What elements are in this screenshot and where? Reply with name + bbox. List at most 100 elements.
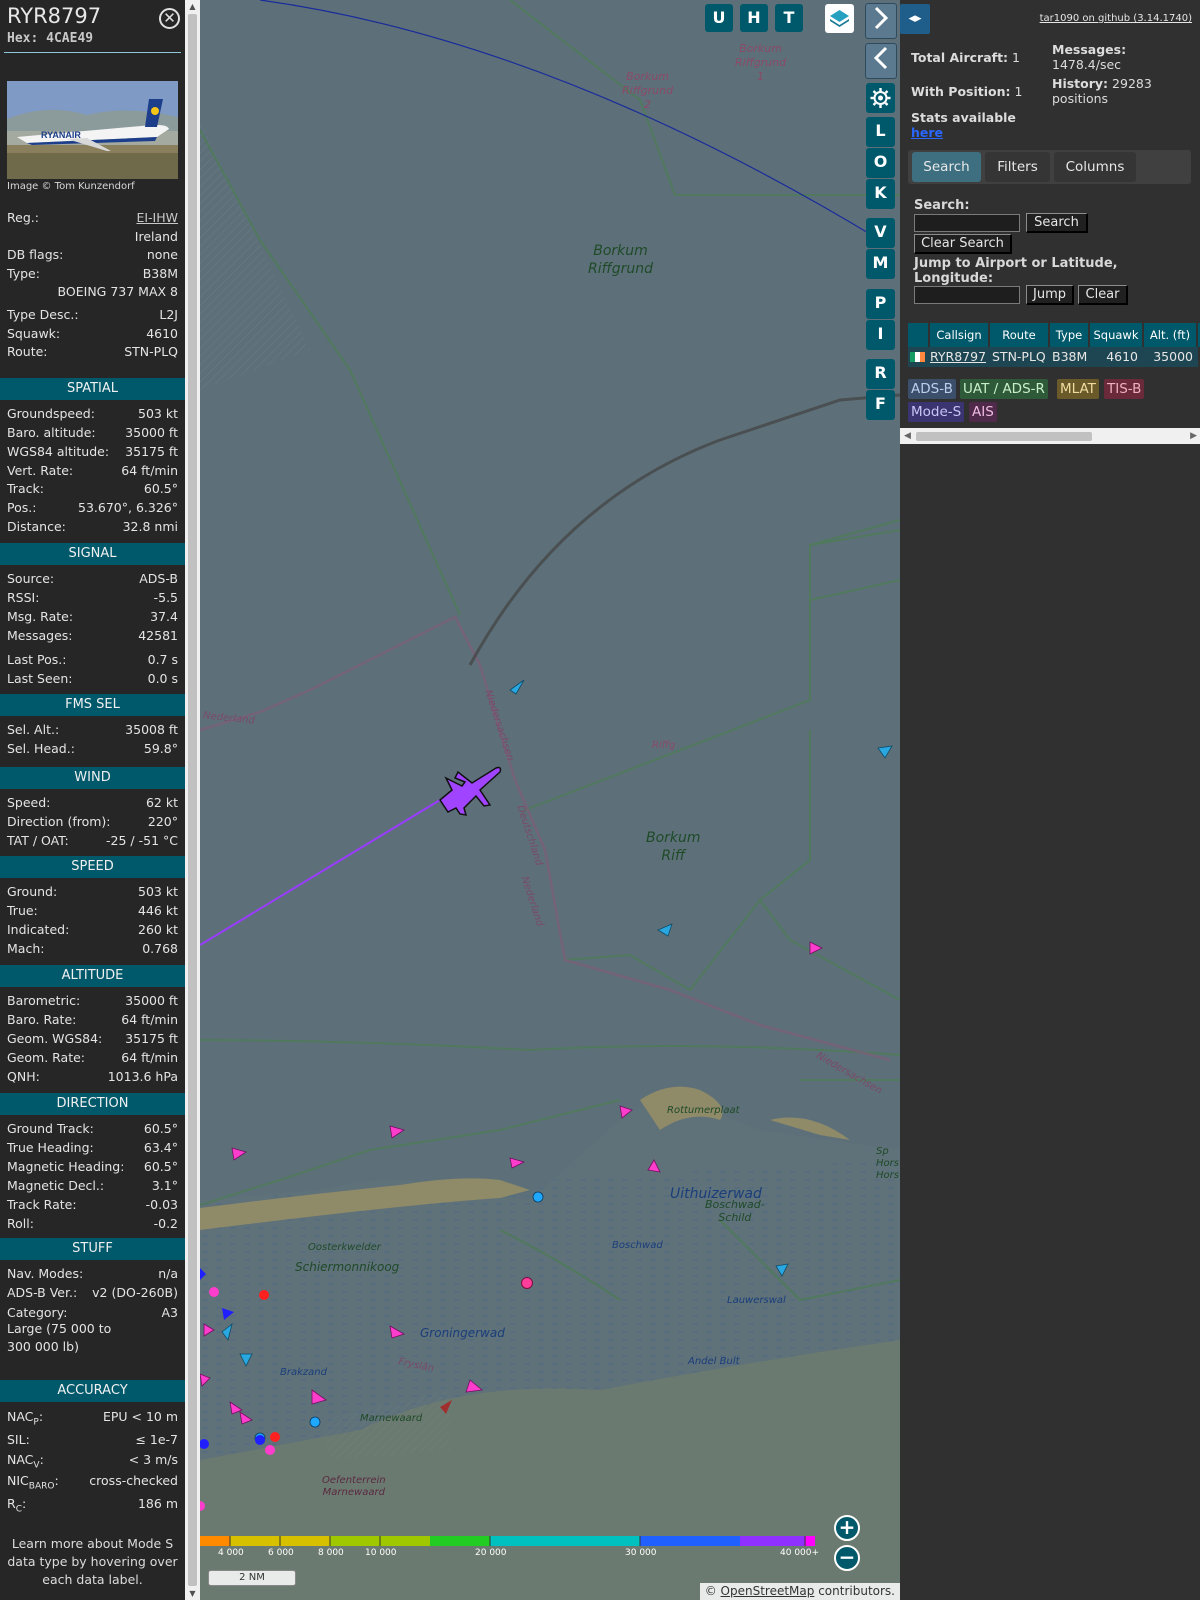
collapse-icon[interactable]: [865, 43, 897, 79]
clear-button[interactable]: Clear: [1078, 285, 1128, 305]
label-riffg: Riffg: [652, 740, 676, 751]
section-wind: WIND: [0, 767, 185, 789]
search-input[interactable]: [914, 214, 1020, 232]
speed-row: Indicated: 260 kt: [7, 922, 178, 937]
spatial-row: Baro. altitude: 35000 ft: [7, 425, 178, 440]
altitude-color-legend: 4 000 6 000 8 000 10 000 20 000 30 000 4…: [200, 1548, 820, 1562]
scroll-left-arrow-icon[interactable]: ◀: [904, 431, 911, 441]
label-groningerwad: Groningerwad: [420, 1326, 505, 1340]
clear-search-button[interactable]: Clear Search: [914, 234, 1012, 254]
scroll-up-arrow-icon[interactable]: ▲: [188, 2, 197, 11]
table-header-squawk[interactable]: Squawk: [1090, 323, 1142, 347]
search-label: Search:: [914, 198, 970, 213]
total-aircraft: Total Aircraft: 1: [911, 50, 1020, 65]
alt-tick: 30 000: [625, 1548, 657, 1558]
signal-row: Msg. Rate: 37.4: [7, 609, 178, 624]
map-button-v[interactable]: V: [866, 218, 895, 248]
map-canvas[interactable]: Borkum Riffgrund 1 Borkum Riffgrund 2 Borkum…: [200, 0, 900, 1600]
aircraft-photo[interactable]: RYANAIR: [7, 81, 178, 179]
zoom-in-button[interactable]: +: [834, 1515, 860, 1541]
legend-modes: Mode-S: [908, 402, 965, 422]
route-row: Route: STN-PLQ: [7, 344, 178, 359]
section-spatial: SPATIAL: [0, 378, 185, 400]
direction-row: Roll: -0.2: [7, 1216, 178, 1231]
close-icon[interactable]: ✕: [159, 8, 180, 29]
map-button-u[interactable]: U: [705, 4, 733, 32]
map-button-h[interactable]: H: [740, 4, 768, 32]
row-altitude: 35000: [1142, 347, 1198, 367]
speed-row: True: 446 kt: [7, 903, 178, 918]
label-borkum-riffgrund-1: Borkum Riffgrund 1: [735, 42, 787, 83]
table-header-altitude[interactable]: Alt. (ft): [1144, 323, 1196, 347]
legend-uat-adsr: UAT / ADS-R: [960, 379, 1048, 399]
nicbaro-row: NICBARO: cross-checked: [7, 1473, 178, 1492]
map-button-r[interactable]: R: [866, 359, 895, 389]
photo-credit: Image © Tom Kunzendorf: [7, 181, 135, 192]
map-button-i[interactable]: I: [866, 320, 895, 350]
country-row: Ireland: [134, 229, 178, 244]
signal-row: RSSI: -5.5: [7, 590, 178, 605]
scroll-down-arrow-icon[interactable]: ▼: [188, 1589, 197, 1598]
signal-row: Messages: 42581: [7, 628, 178, 643]
expand-icon[interactable]: [865, 3, 897, 39]
legend-adsb: ADS-B: [908, 379, 956, 399]
table-header-route[interactable]: Route: [990, 323, 1048, 347]
table-header-flag[interactable]: [908, 323, 928, 347]
tab-search[interactable]: Search: [912, 152, 981, 182]
left-right-arrows-icon[interactable]: ◂▸: [900, 4, 930, 34]
callsign-heading: RYR8797: [7, 4, 102, 28]
direction-row: True Heading: 63.4°: [7, 1140, 178, 1155]
osm-link[interactable]: OpenStreetMap: [721, 1584, 815, 1598]
alt-tick: 4 000: [218, 1548, 244, 1558]
label-rottumerplaat: Rottumerplaat: [667, 1105, 740, 1116]
signal-row: Source: ADS-B: [7, 571, 178, 586]
section-fms: FMS SEL: [0, 694, 185, 716]
stats-link[interactable]: here: [911, 125, 943, 140]
label-schiermonnikoog: Schiermonnikoog: [295, 1260, 400, 1274]
map-button-f[interactable]: F: [866, 390, 895, 420]
map-attribution: © OpenStreetMap contributors.: [699, 1583, 900, 1600]
map-button-k[interactable]: K: [866, 179, 895, 209]
row-callsign[interactable]: RYR8797: [928, 347, 990, 367]
label-boschwad-schild: Boschwad- Schild: [705, 1198, 765, 1224]
map-button-o[interactable]: O: [866, 148, 895, 178]
section-altitude: ALTITUDE: [0, 965, 185, 987]
map-button-p[interactable]: P: [866, 289, 895, 319]
type-row: Type: B38M: [7, 266, 178, 281]
label-andel-bult: Andel Bult: [688, 1356, 740, 1367]
alt-tick: 8 000: [318, 1548, 344, 1558]
altitude-row: QNH: 1013.6 hPa: [7, 1069, 178, 1084]
messages-rate: Messages: 1478.4/sec: [1052, 42, 1127, 72]
tab-filters[interactable]: Filters: [985, 152, 1050, 182]
jump-button[interactable]: Jump: [1026, 285, 1074, 305]
label-spo: Sp Hors Hors: [876, 1146, 899, 1181]
registration-link[interactable]: EI-IHW: [136, 209, 178, 227]
stuff-row: ADS-B Ver.: v2 (DO-260B): [7, 1285, 178, 1300]
map-button-t[interactable]: T: [775, 4, 803, 32]
layers-icon[interactable]: [825, 4, 854, 33]
zoom-out-button[interactable]: −: [834, 1545, 860, 1571]
wind-row: Speed: 62 kt: [7, 795, 178, 810]
search-button[interactable]: Search: [1026, 213, 1088, 233]
table-header-callsign[interactable]: Callsign: [930, 323, 988, 347]
scrollbar-thumb[interactable]: [188, 14, 197, 1586]
infoblock-scrollbar[interactable]: ▲ ▼: [185, 0, 200, 1600]
legend-mlat: MLAT: [1057, 379, 1099, 399]
section-signal: SIGNAL: [0, 543, 185, 565]
github-link[interactable]: tar1090 on github (3.14.1740): [1040, 13, 1192, 24]
table-horizontal-scrollbar[interactable]: ◀ ▶: [900, 428, 1200, 444]
map-button-l[interactable]: L: [866, 117, 895, 147]
label-lauwerswal: Lauwerswal: [727, 1295, 786, 1306]
gear-icon[interactable]: [866, 83, 895, 113]
jump-input[interactable]: [914, 286, 1020, 304]
spatial-row: Pos.: 53.670°, 6.326°: [7, 500, 178, 515]
scroll-right-arrow-icon[interactable]: ▶: [1190, 431, 1197, 441]
nacv-row: NACV: < 3 m/s: [7, 1452, 178, 1471]
map-button-m[interactable]: M: [866, 249, 895, 279]
tab-columns[interactable]: Columns: [1054, 152, 1136, 182]
table-header-type[interactable]: Type: [1050, 323, 1088, 347]
stats-available: Stats available here: [911, 110, 1016, 140]
section-accuracy: ACCURACY: [0, 1380, 185, 1402]
scrollbar-thumb[interactable]: [916, 432, 1092, 441]
footer-line-2: data type by hovering over: [7, 1554, 178, 1569]
